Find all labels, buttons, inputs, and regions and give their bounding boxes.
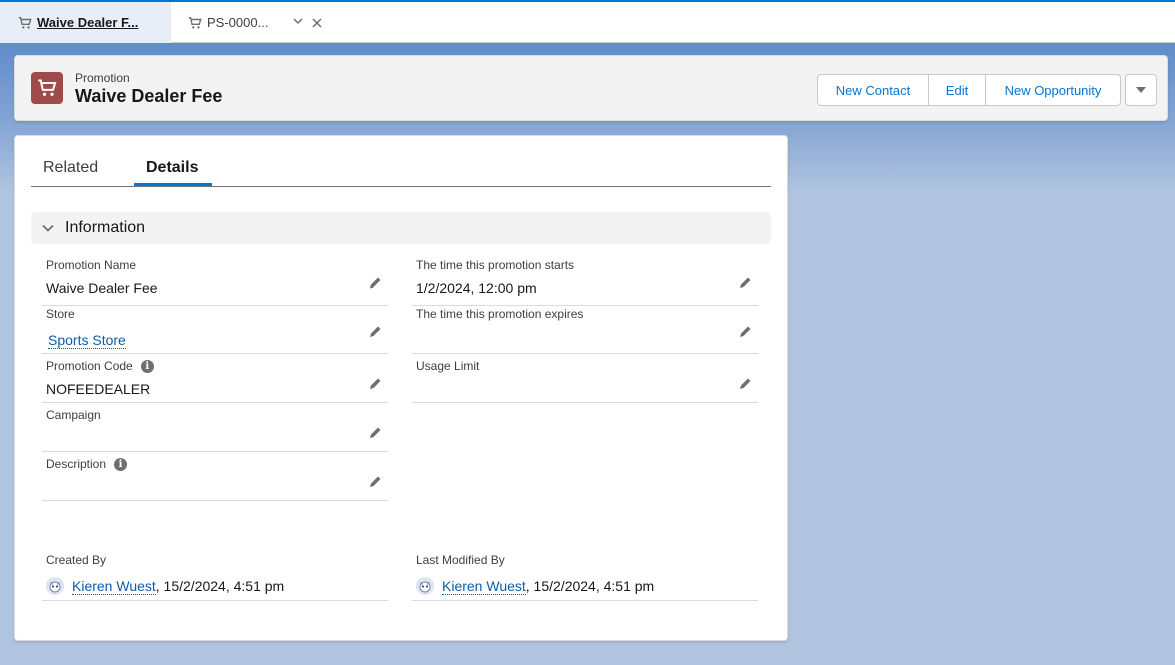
more-actions-button[interactable] [1125,74,1157,106]
field-label-row: Promotion Code i [46,359,154,373]
store-link[interactable]: Sports Store [48,332,126,349]
cart-icon [188,16,202,29]
field-value: Sports Store [48,332,126,349]
field-promotion-starts: The time this promotion starts 1/2/2024,… [412,258,758,306]
field-label: Campaign [46,408,101,422]
field-label: The time this promotion expires [416,307,584,321]
object-type-label: Promotion [75,71,130,85]
created-by-user-link[interactable]: Kieren Wuest [72,578,156,595]
edit-button[interactable]: Edit [928,74,986,106]
close-icon[interactable] [311,17,323,29]
last-modified-by-user-link[interactable]: Kieren Wuest [442,578,526,595]
field-label: Store [46,307,75,321]
tab-related[interactable]: Related [43,159,98,177]
edit-pencil-icon[interactable] [368,377,382,391]
field-last-modified-by: Last Modified By Kieren Wuest , 15/2/202… [412,553,758,601]
field-label: Usage Limit [416,359,480,373]
field-label: Last Modified By [416,553,505,567]
field-value: Kieren Wuest , 15/2/2024, 4:51 pm [46,577,284,595]
field-store: Store Sports Store [42,307,388,354]
new-opportunity-button[interactable]: New Opportunity [985,74,1121,106]
tab-details[interactable]: Details [146,159,198,177]
field-label: Promotion Code [46,359,133,373]
field-label: The time this promotion starts [416,258,575,272]
field-value: Kieren Wuest , 15/2/2024, 4:51 pm [416,577,654,595]
info-icon[interactable]: i [140,359,154,373]
record-title: Waive Dealer Fee [75,86,223,106]
field-label: Description [46,457,107,471]
astro-avatar-icon [46,577,64,595]
record-header: Promotion Waive Dealer Fee New Contact E… [14,55,1168,121]
edit-pencil-icon[interactable] [368,276,382,290]
workspace-tab-ps[interactable]: PS-0000... [186,2,336,43]
edit-pencil-icon[interactable] [368,325,382,339]
active-tab-indicator [134,183,212,186]
record-tabs: Related Details [31,136,771,187]
section-title: Information [65,219,146,236]
field-usage-limit: Usage Limit [412,359,758,403]
field-description: Description i [42,457,388,501]
chevron-down-icon[interactable] [292,15,304,27]
field-value: Waive Dealer Fee [46,280,158,296]
information-section-header[interactable]: Information [31,212,771,244]
tab-label: PS-0000... [207,15,269,30]
record-detail-card: Related Details Information Promotion Na… [14,135,788,641]
field-value: 1/2/2024, 12:00 pm [416,280,537,296]
astro-avatar-icon [416,577,434,595]
field-label: Created By [46,553,107,567]
info-icon[interactable]: i [114,457,128,471]
field-label-row: Description i [46,457,128,471]
field-created-by: Created By Kieren Wuest , 15/2/2024, 4:5… [42,553,388,601]
tab-label: Waive Dealer F... [37,15,139,30]
user-avatar [416,577,434,595]
new-contact-button[interactable]: New Contact [817,74,929,106]
chevron-down-icon [42,224,54,232]
last-modified-date: , 15/2/2024, 4:51 pm [525,578,655,594]
field-value: NOFEEDEALER [46,381,151,397]
caret-down-icon [1136,87,1146,93]
workspace-tab-bar: Waive Dealer F... PS-0000... [0,0,1175,43]
field-promotion-code: Promotion Code i NOFEEDEALER [42,359,388,403]
cart-icon [38,79,57,96]
field-label: Promotion Name [46,258,137,272]
edit-pencil-icon[interactable] [368,475,382,489]
user-avatar [46,577,64,595]
workspace-tab-waive-dealer-fee[interactable]: Waive Dealer F... [0,2,171,43]
edit-pencil-icon[interactable] [368,426,382,440]
field-promotion-name: Promotion Name Waive Dealer Fee [42,258,388,306]
edit-pencil-icon[interactable] [738,377,752,391]
created-date: , 15/2/2024, 4:51 pm [155,578,285,594]
edit-pencil-icon[interactable] [738,325,752,339]
edit-pencil-icon[interactable] [738,276,752,290]
cart-icon [18,16,32,29]
action-button-group: New Contact Edit New Opportunity [817,74,1157,106]
promotion-object-icon [31,72,63,104]
field-promotion-expires: The time this promotion expires [412,307,758,354]
field-campaign: Campaign [42,408,388,452]
